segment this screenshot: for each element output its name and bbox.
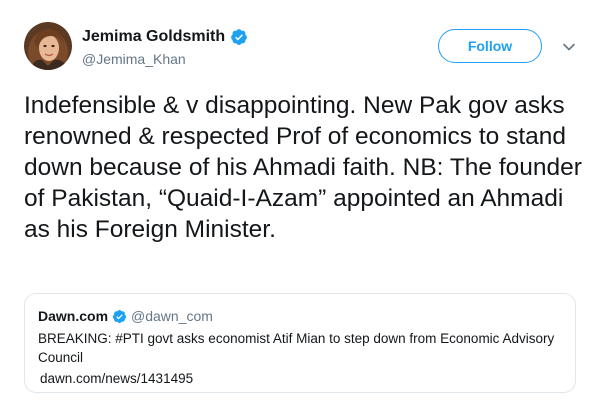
author-display-name[interactable]: Jemima Goldsmith xyxy=(82,28,225,46)
tweet-text: Indefensible & v disappointing. New Pak … xyxy=(24,92,589,243)
author-handle[interactable]: @Jemima_Khan xyxy=(82,51,248,67)
tweet-header: Jemima Goldsmith @Jemima_Khan Follow xyxy=(24,22,580,74)
quoted-tweet-header: Dawn.com @dawn_com xyxy=(38,307,561,325)
author-block: Jemima Goldsmith @Jemima_Khan xyxy=(82,27,248,67)
quoted-tweet-text: BREAKING: #PTI govt asks economist Atif … xyxy=(38,331,555,365)
quoted-author-name: Dawn.com xyxy=(38,308,109,324)
author-name-row: Jemima Goldsmith xyxy=(82,27,248,47)
verified-badge-icon xyxy=(230,28,248,46)
quoted-tweet-link[interactable]: dawn.com/news/1431495 xyxy=(38,369,561,388)
verified-badge-icon xyxy=(112,309,127,324)
follow-button[interactable]: Follow xyxy=(438,29,542,63)
avatar[interactable] xyxy=(24,22,72,70)
quoted-author-handle: @dawn_com xyxy=(131,308,213,324)
quoted-tweet[interactable]: Dawn.com @dawn_com BREAKING: #PTI govt a… xyxy=(24,293,576,393)
chevron-down-icon[interactable] xyxy=(562,40,576,54)
tweet-card: Jemima Goldsmith @Jemima_Khan Follow Ind… xyxy=(0,0,600,400)
